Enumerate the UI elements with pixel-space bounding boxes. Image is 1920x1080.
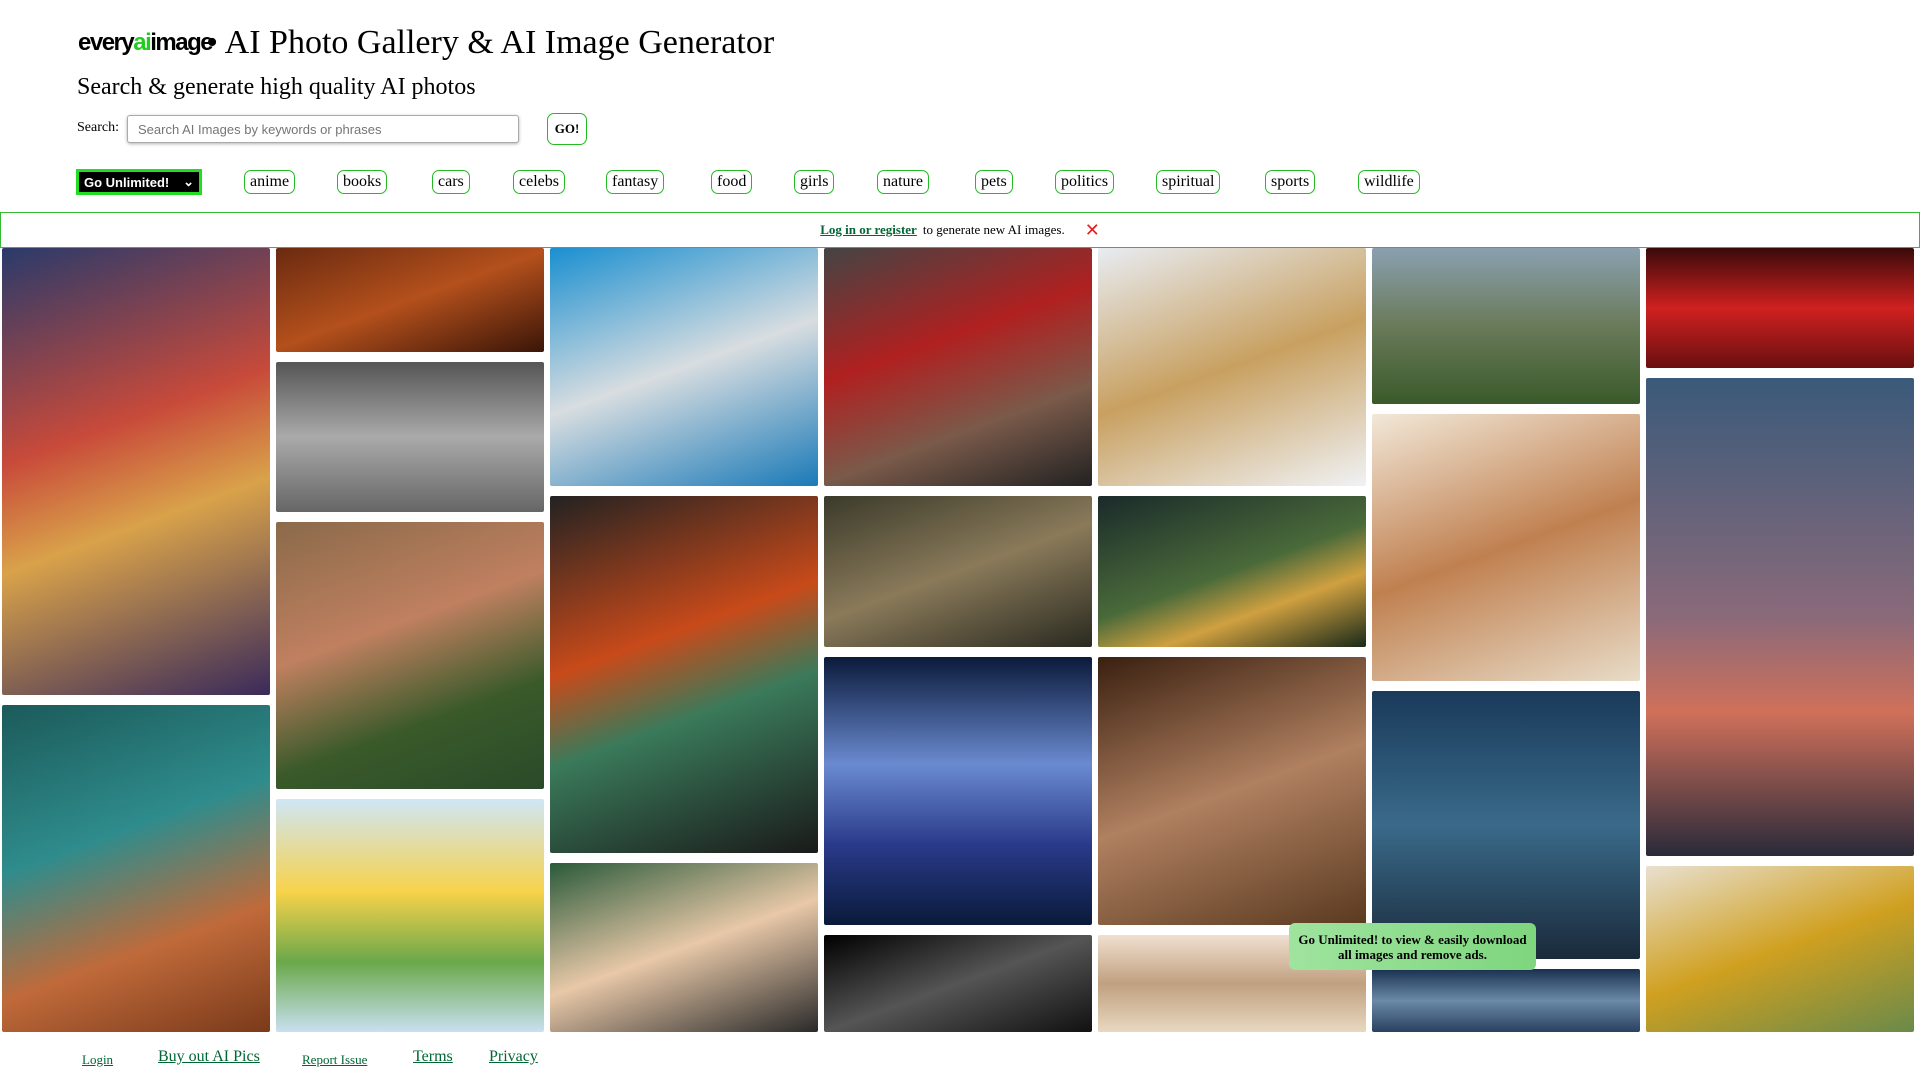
tag-pets[interactable]: pets — [975, 170, 1013, 194]
footer-link-buy-out-ai-pics[interactable]: Buy out AI Pics — [158, 1048, 260, 1066]
gallery-image[interactable] — [824, 657, 1092, 925]
gallery-image[interactable] — [1372, 969, 1640, 1032]
gallery-image[interactable] — [824, 496, 1092, 647]
tag-girls[interactable]: girls — [794, 170, 835, 194]
gallery-image[interactable] — [1646, 378, 1914, 856]
tag-food[interactable]: food — [711, 170, 753, 194]
tag-celebs[interactable]: celebs — [513, 170, 565, 194]
go-unlimited-ad[interactable]: Go Unlimited! to view & easily download … — [1289, 923, 1536, 970]
banner-text: to generate new AI images. — [922, 222, 1065, 237]
image-gallery — [2, 248, 1918, 1032]
login-banner: Log in or register to generate new AI im… — [0, 212, 1920, 248]
footer-link-report-issue[interactable]: Report Issue — [302, 1052, 367, 1068]
search-input[interactable] — [127, 115, 519, 143]
select-value: Go Unlimited! — [84, 174, 170, 190]
gallery-image[interactable] — [276, 799, 544, 1032]
close-icon[interactable]: ✕ — [1085, 220, 1100, 241]
logo[interactable]: everyaiimage — [78, 29, 214, 57]
search-label: Search: — [77, 120, 119, 135]
gallery-column — [1372, 248, 1640, 1032]
gallery-image[interactable] — [1098, 496, 1366, 647]
tag-books[interactable]: books — [337, 170, 388, 194]
tag-cars[interactable]: cars — [432, 170, 470, 194]
title-text: • AI Photo Gallery & AI Image Generator — [206, 24, 775, 61]
go-button[interactable]: GO! — [547, 113, 587, 145]
gallery-image[interactable] — [2, 248, 270, 695]
gallery-image[interactable] — [1098, 248, 1366, 486]
gallery-column — [824, 248, 1092, 1032]
footer-link-privacy[interactable]: Privacy — [489, 1048, 538, 1066]
tag-nature[interactable]: nature — [877, 170, 929, 194]
gallery-column — [550, 248, 818, 1032]
gallery-column — [1098, 248, 1366, 1032]
gallery-image[interactable] — [824, 248, 1092, 486]
tag-anime[interactable]: anime — [244, 170, 296, 194]
gallery-image[interactable] — [2, 705, 270, 1032]
tag-spiritual[interactable]: spiritual — [1156, 170, 1221, 194]
gallery-image[interactable] — [550, 248, 818, 486]
gallery-image[interactable] — [1372, 248, 1640, 404]
page-title: everyaiimage • AI Photo Gallery & AI Ima… — [78, 24, 774, 62]
tag-fantasy[interactable]: fantasy — [606, 170, 665, 194]
gallery-image[interactable] — [1098, 657, 1366, 925]
go-unlimited-select[interactable]: Go Unlimited! ⌄ — [76, 169, 202, 195]
tag-wildlife[interactable]: wildlife — [1358, 170, 1420, 194]
gallery-column — [2, 248, 270, 1032]
gallery-image[interactable] — [276, 522, 544, 789]
gallery-image[interactable] — [550, 863, 818, 1032]
gallery-image[interactable] — [276, 248, 544, 352]
gallery-image[interactable] — [1646, 248, 1914, 368]
tag-politics[interactable]: politics — [1055, 170, 1115, 194]
gallery-image[interactable] — [824, 935, 1092, 1032]
gallery-column — [1646, 248, 1914, 1032]
chevron-down-icon: ⌄ — [183, 174, 194, 189]
footer-link-login[interactable]: Login — [82, 1052, 113, 1068]
gallery-image[interactable] — [1372, 691, 1640, 959]
tag-sports[interactable]: sports — [1265, 170, 1316, 194]
subtitle: Search & generate high quality AI photos — [77, 74, 476, 100]
footer-link-terms[interactable]: Terms — [413, 1048, 453, 1066]
gallery-image[interactable] — [1646, 866, 1914, 1032]
gallery-column — [276, 248, 544, 1032]
login-register-link[interactable]: Log in or register — [820, 222, 917, 238]
gallery-image[interactable] — [550, 496, 818, 853]
gallery-image[interactable] — [276, 362, 544, 512]
gallery-image[interactable] — [1372, 414, 1640, 681]
